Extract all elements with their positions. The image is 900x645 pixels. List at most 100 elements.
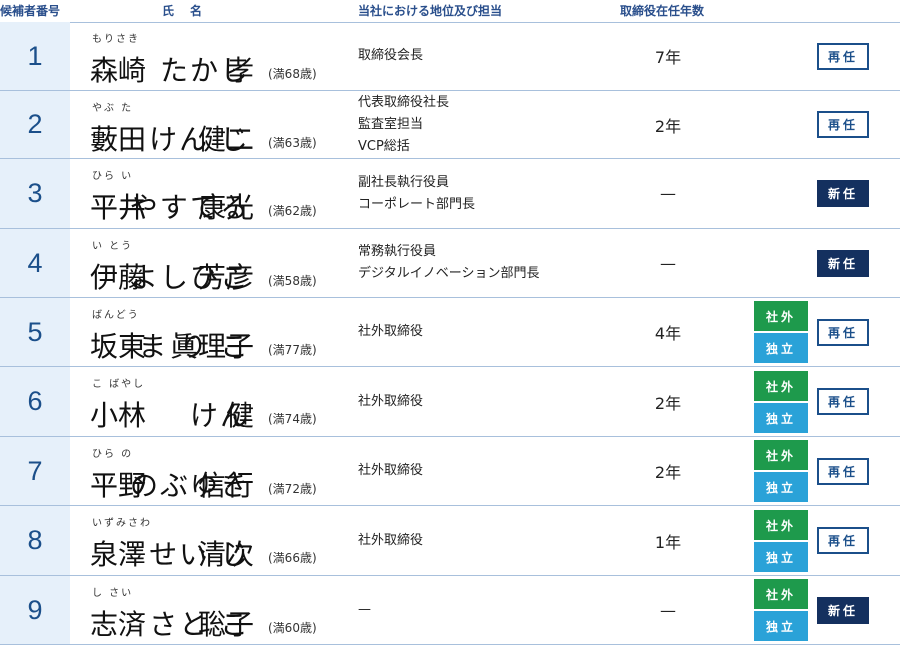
years-in-office: —	[660, 600, 676, 620]
surname: 藪田	[90, 123, 147, 156]
position-line: 副社長執行役員	[358, 174, 450, 190]
position-line: 監査室担当	[358, 116, 424, 132]
position-line: コーポレート部門長	[358, 196, 476, 212]
surname-furigana: いずみさわ	[92, 518, 152, 529]
surname-furigana: ひら い	[92, 171, 134, 182]
surname: 小林	[90, 399, 147, 432]
surname: 泉澤	[90, 538, 147, 571]
surname-furigana: こ ばやし	[92, 379, 146, 390]
surname: 志済	[90, 608, 147, 641]
table-header: 候補者番号 氏 名 当社における地位及び担当 取締役在任年数	[0, 0, 900, 23]
status-badge: 新任	[817, 597, 869, 624]
surname: 平井	[90, 191, 147, 224]
position-text: 取締役会長	[358, 22, 423, 90]
table-row: 3 ひら いやすてる 平井 康光 (満62歳) 副社長執行役員 コーポレート部門長 — 新任	[0, 159, 900, 229]
age: (満74歳)	[268, 412, 317, 426]
candidate-number: 4	[0, 229, 70, 297]
position-line: 社外取締役	[358, 324, 424, 339]
surname-furigana: ばんどう	[92, 310, 140, 321]
candidate-number: 5	[0, 298, 70, 366]
years-in-office: 4年	[654, 324, 682, 343]
given-name: 健	[225, 399, 254, 432]
surname: 伊藤	[90, 261, 147, 294]
outside-director-badge: 社外	[754, 440, 808, 470]
position-line: デジタルイノベーション部門長	[358, 266, 540, 281]
position-line: —	[358, 602, 371, 617]
outside-director-badge: 社外	[754, 510, 808, 540]
table-row: 9し さい さと こ志済 聡子 (満60歳) — — 社外 独立 新任	[0, 576, 900, 645]
table-row: 2 やぶ たけん じ藪田 健二 (満63歳) 代表取締役社長 監査室担当 VCP総括 2年 再任	[0, 91, 900, 159]
header-name: 氏 名	[162, 4, 205, 18]
outside-director-badge: 社外	[754, 371, 808, 401]
table-row: 5 ばんどうま り こ坂東 眞理子 (満77歳) 社外取締役 4年 社外 独立 再任	[0, 298, 900, 367]
years-in-office: 2年	[654, 463, 682, 482]
position-line: VCP総括	[358, 138, 410, 154]
position-text: 社外取締役	[358, 367, 423, 436]
director-type-badges: 社外 独立	[754, 579, 808, 641]
director-type-badges: 社外 独立	[754, 301, 808, 363]
surname-furigana: ひら の	[92, 449, 134, 460]
outside-director-badge: 社外	[754, 579, 808, 609]
status-badge: 再任	[817, 111, 869, 138]
status-badge: 再任	[817, 43, 869, 70]
given-name: 聡子	[197, 608, 254, 641]
status-badge: 再任	[817, 388, 869, 415]
position-line: 取締役会長	[358, 48, 424, 63]
years-in-office: 2年	[654, 116, 682, 136]
given-name: 康光	[197, 191, 254, 224]
status-badge: 新任	[817, 180, 869, 207]
position-line: 代表取締役社長	[358, 94, 450, 110]
surname-furigana: もりさき	[92, 34, 140, 45]
given-name: 健二	[197, 123, 254, 156]
director-type-badges: 社外 独立	[754, 371, 808, 433]
age: (満77歳)	[268, 343, 317, 357]
position-line: 社外取締役	[358, 393, 424, 409]
table-row: 1 もりさき たかし 森崎孝 (満68歳) 取締役会長 7年 再任	[0, 22, 900, 91]
age: (満63歳)	[268, 136, 317, 150]
years-in-office: 2年	[654, 393, 682, 413]
table-row: 4い とう よしひこ 伊藤 芳彦 (満58歳) 常務執行役員 デジタルイノベーション部門長 —…	[0, 229, 900, 298]
independent-director-badge: 独立	[754, 403, 808, 433]
given-name: 眞理子	[169, 330, 254, 363]
position-text: 副社長執行役員コーポレート部門長	[358, 159, 475, 228]
surname: 坂東	[90, 330, 147, 363]
position-text: 代表取締役社長 監査室担当 VCP総括	[358, 91, 449, 158]
given-name: 信行	[197, 469, 254, 502]
age: (満60歳)	[268, 621, 317, 635]
years-in-office: 1年	[654, 532, 682, 552]
status-badge: 新任	[817, 250, 869, 277]
candidate-number: 2	[0, 91, 70, 158]
table-row: 6こ ばやし けん 小林健 (満74歳) 社外取締役 2年 社外 独立 再任	[0, 367, 900, 437]
candidate-number: 3	[0, 159, 70, 228]
independent-director-badge: 独立	[754, 333, 808, 363]
given-name: 孝	[225, 54, 254, 87]
surname-furigana: し さい	[92, 588, 134, 599]
table-row: 8 いずみさわ せい じ泉澤 清次 (満66歳) 社外取締役 1年 社外 独立 再任	[0, 506, 900, 576]
position-text: 社外取締役	[358, 437, 423, 505]
given-name: 芳彦	[197, 261, 254, 294]
director-type-badges: 社外 独立	[754, 510, 808, 572]
surname-furigana: い とう	[92, 241, 134, 252]
header-years: 取締役在任年数	[620, 4, 705, 18]
age: (満62歳)	[268, 204, 317, 218]
surname: 森崎	[90, 54, 147, 87]
age: (満72歳)	[268, 482, 317, 496]
header-position: 当社における地位及び担当	[358, 4, 503, 18]
independent-director-badge: 独立	[754, 542, 808, 572]
director-type-badges: 社外 独立	[754, 440, 808, 502]
candidate-number: 1	[0, 22, 70, 90]
position-line: 社外取締役	[358, 532, 424, 548]
position-text: 社外取締役	[358, 298, 423, 366]
outside-director-badge: 社外	[754, 301, 808, 331]
position-text: 常務執行役員 デジタルイノベーション部門長	[358, 229, 539, 297]
years-in-office: —	[660, 253, 676, 273]
independent-director-badge: 独立	[754, 611, 808, 641]
position-text: —	[358, 576, 371, 644]
years-in-office: 7年	[654, 48, 682, 67]
given-name: 清次	[197, 538, 254, 571]
status-badge: 再任	[817, 319, 869, 346]
years-in-office: —	[660, 184, 676, 203]
candidate-number: 7	[0, 437, 70, 505]
table-row: 7 ひら ののぶゆき 平野 信行 (満72歳) 社外取締役 2年 社外 独立 再任	[0, 437, 900, 506]
candidate-table: 候補者番号 氏 名 当社における地位及び担当 取締役在任年数 1 もりさき たかし森…	[0, 0, 900, 645]
